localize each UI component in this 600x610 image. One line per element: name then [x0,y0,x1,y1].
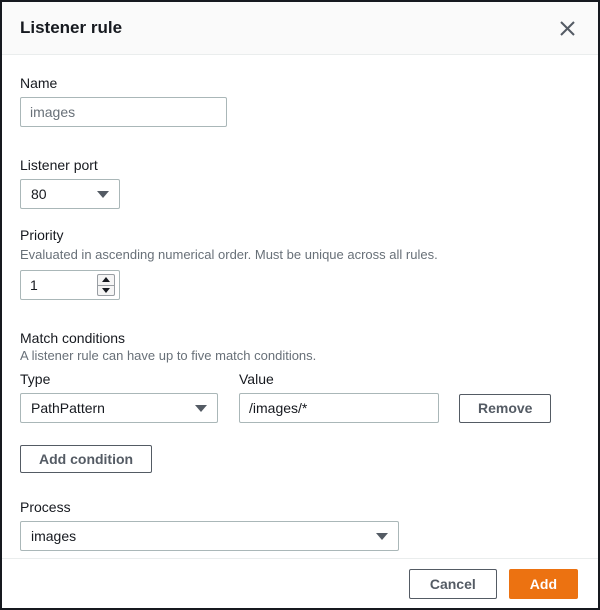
priority-stepper[interactable]: 1 [20,270,120,300]
add-button[interactable]: Add [509,569,578,599]
name-label: Name [20,75,580,91]
condition-row: PathPattern Remove [20,393,580,423]
name-field-group: Name [20,75,580,127]
priority-description: Evaluated in ascending numerical order. … [20,247,580,262]
remove-condition-button[interactable]: Remove [459,394,551,423]
condition-type-header: Type [20,371,239,387]
chevron-down-icon [97,191,109,198]
priority-value: 1 [30,277,38,293]
listener-port-field-group: Listener port 80 [20,157,580,209]
spinner-down-icon[interactable] [98,286,114,296]
chevron-down-icon [195,405,207,412]
close-x-glyph [559,20,576,37]
condition-value-input[interactable] [239,393,439,423]
dialog-body: Name Listener port 80 Priority Evaluated… [2,55,598,558]
process-select[interactable]: images [20,521,399,551]
spinner-control [97,274,115,296]
priority-label: Priority [20,227,580,243]
dialog-header: Listener rule [2,2,598,55]
dialog-footer: Cancel Add [2,558,598,608]
name-input[interactable] [20,97,227,127]
match-conditions-description: A listener rule can have up to five matc… [20,348,580,363]
condition-value-header: Value [239,371,274,387]
listener-port-select[interactable]: 80 [20,179,120,209]
spinner-up-icon[interactable] [98,275,114,286]
process-label: Process [20,499,580,515]
listener-rule-dialog: Listener rule Name Listener port 80 Prio… [0,0,600,610]
process-value: images [31,528,76,544]
priority-field-group: Priority Evaluated in ascending numerica… [20,227,580,300]
condition-type-value: PathPattern [31,400,105,416]
process-field-group: Process images [20,499,580,551]
listener-port-label: Listener port [20,157,580,173]
add-condition-button[interactable]: Add condition [20,445,152,473]
match-conditions-group: Match conditions A listener rule can hav… [20,330,580,473]
close-icon[interactable] [555,16,580,41]
match-conditions-label: Match conditions [20,330,580,346]
condition-type-select[interactable]: PathPattern [20,393,218,423]
condition-column-headers: Type Value [20,371,580,393]
cancel-button[interactable]: Cancel [409,569,497,599]
listener-port-value: 80 [31,186,47,202]
chevron-down-icon [376,533,388,540]
dialog-title: Listener rule [20,18,122,38]
